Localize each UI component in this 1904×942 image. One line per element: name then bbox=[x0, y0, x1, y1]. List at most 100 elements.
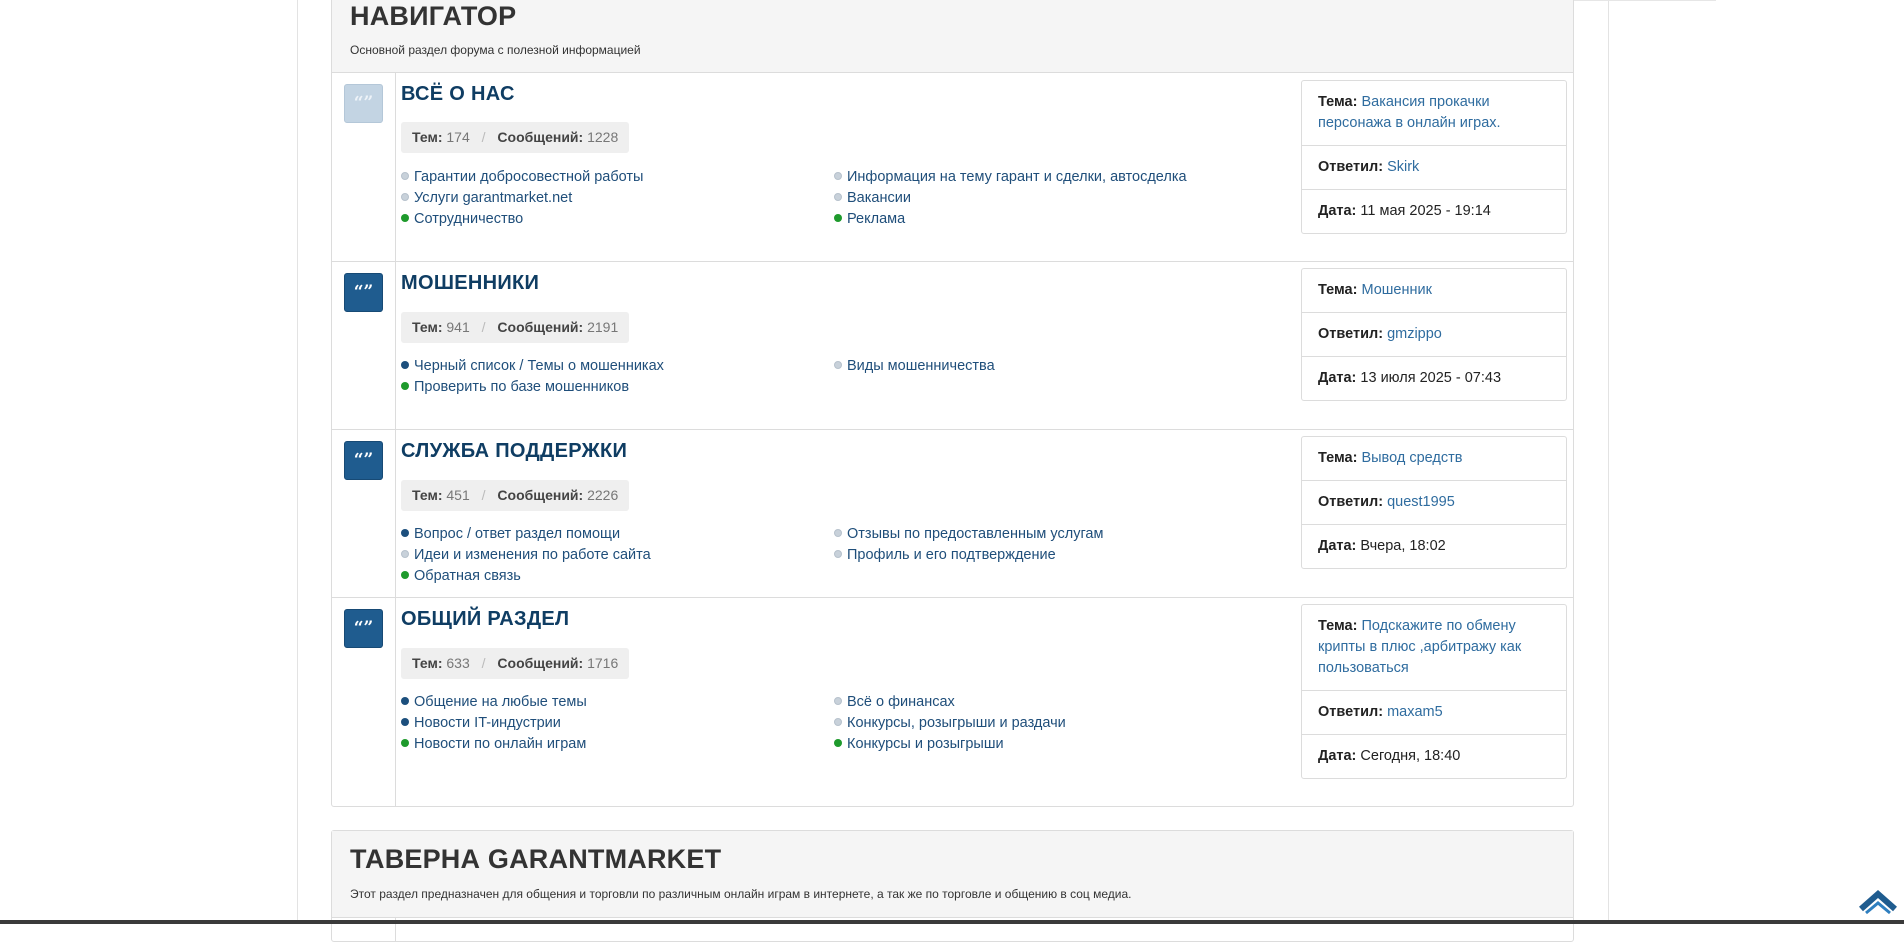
forum-title[interactable]: ВСЁ О НАС bbox=[401, 83, 515, 106]
subforum-status-dot bbox=[401, 214, 409, 222]
topic-label: Тема: bbox=[1318, 450, 1358, 466]
forum-list: “” ВСЁ О НАС Тем: 174 / Сообщений: 1228 … bbox=[332, 73, 1573, 806]
subforum-link[interactable]: Обратная связь bbox=[401, 568, 521, 584]
forum-row-general: “” ОБЩИЙ РАЗДЕЛ Тем: 633 / Сообщений: 17… bbox=[332, 598, 1573, 806]
subforum-status-dot bbox=[834, 718, 842, 726]
date-label: Дата: bbox=[1318, 203, 1357, 219]
subforum-label: Конкурсы и розыгрыши bbox=[847, 736, 1004, 752]
last-post-author: Ответил: Skirk bbox=[1302, 146, 1566, 190]
topics-count: 633 bbox=[446, 655, 470, 671]
subforum-status-dot bbox=[401, 382, 409, 390]
topics-label: Тем: bbox=[412, 129, 443, 145]
last-topic-link[interactable]: Мошенник bbox=[1361, 282, 1431, 298]
subforum-label: Вопрос / ответ раздел помощи bbox=[414, 526, 621, 542]
subforum-link[interactable]: Виды мошенничества bbox=[834, 358, 995, 374]
subforum-label: Вакансии bbox=[847, 190, 911, 206]
stats-separator: / bbox=[481, 655, 486, 671]
topic-label: Тема: bbox=[1318, 618, 1358, 634]
subforum-label: Всё о финансах bbox=[847, 694, 955, 710]
subforum-link[interactable]: Конкурсы и розыгрыши bbox=[834, 736, 1004, 752]
forum-row-support: “” СЛУЖБА ПОДДЕРЖКИ Тем: 451 / Сообщений… bbox=[332, 430, 1573, 598]
subforum-link[interactable]: Конкурсы, розыгрыши и раздачи bbox=[834, 715, 1066, 731]
subforum-link[interactable]: Услуги garantmarket.net bbox=[401, 190, 572, 206]
date-label: Дата: bbox=[1318, 538, 1357, 554]
last-author-link[interactable]: maxam5 bbox=[1387, 704, 1443, 720]
author-label: Ответил: bbox=[1318, 494, 1384, 510]
last-post-topic: Тема: Мошенник bbox=[1302, 269, 1566, 313]
category-header: НАВИГАТОР Основной раздел форума с полез… bbox=[332, 0, 1573, 73]
last-author-link[interactable]: Skirk bbox=[1387, 159, 1419, 175]
subforum-label: Черный список / Темы о мошенниках bbox=[414, 358, 664, 374]
subforum-status-dot bbox=[401, 571, 409, 579]
subforum-status-dot bbox=[401, 529, 409, 537]
subforum-label: Новости по онлайн играм bbox=[414, 736, 587, 752]
last-post-date: Дата: Сегодня, 18:40 bbox=[1302, 735, 1566, 778]
subforum-status-dot bbox=[401, 172, 409, 180]
subforum-label: Информация на тему гарант и сделки, авто… bbox=[847, 169, 1187, 185]
last-post-date: Дата: Вчера, 18:02 bbox=[1302, 525, 1566, 568]
subforum-link[interactable]: Гарантии добросовестной работы bbox=[401, 169, 643, 185]
subforum-label: Конкурсы, розыгрыши и раздачи bbox=[847, 715, 1066, 731]
scroll-to-top-button[interactable] bbox=[1858, 885, 1898, 915]
subforum-label: Виды мошенничества bbox=[847, 358, 995, 374]
topics-count: 941 bbox=[446, 319, 470, 335]
subforum-label: Отзывы по предоставленным услугам bbox=[847, 526, 1104, 542]
subforum-status-dot bbox=[401, 718, 409, 726]
last-author-link[interactable]: gmzippo bbox=[1387, 326, 1442, 342]
subforum-link[interactable]: Отзывы по предоставленным услугам bbox=[834, 526, 1103, 542]
category-title[interactable]: ТАВЕРНА GARANTMARKET bbox=[332, 831, 1573, 875]
chevron-up-icon bbox=[1859, 889, 1897, 915]
subforum-link[interactable]: Вакансии bbox=[834, 190, 911, 206]
subforum-status-dot bbox=[401, 193, 409, 201]
subforum-status-dot bbox=[401, 361, 409, 369]
last-post-author: Ответил: maxam5 bbox=[1302, 691, 1566, 735]
subforum-label: Сотрудничество bbox=[414, 211, 524, 227]
last-post-topic: Тема: Вакансия прокачки персонажа в онла… bbox=[1302, 81, 1566, 146]
subforum-link[interactable]: Реклама bbox=[834, 211, 905, 227]
forum-title[interactable]: ОБЩИЙ РАЗДЕЛ bbox=[401, 608, 569, 631]
stats-separator: / bbox=[481, 129, 486, 145]
subforum-label: Обратная связь bbox=[414, 568, 521, 584]
subforum-link[interactable]: Новости по онлайн играм bbox=[401, 736, 586, 752]
category-header: ТАВЕРНА GARANTMARKET Этот раздел предназ… bbox=[332, 831, 1573, 918]
subforum-link[interactable]: Вопрос / ответ раздел помощи bbox=[401, 526, 620, 542]
posts-label: Сообщений: bbox=[497, 487, 584, 503]
subforum-status-dot bbox=[834, 697, 842, 705]
quote-icon: “” bbox=[344, 84, 383, 123]
last-topic-link[interactable]: Вывод средств bbox=[1361, 450, 1462, 466]
category-title[interactable]: НАВИГАТОР bbox=[332, 0, 1573, 32]
forum-stats: Тем: 451 / Сообщений: 2226 bbox=[401, 480, 630, 511]
last-post-box: Тема: Вывод средств Ответил: quest1995 Д… bbox=[1301, 436, 1567, 569]
forum-title[interactable]: СЛУЖБА ПОДДЕРЖКИ bbox=[401, 440, 627, 463]
subforum-link[interactable]: Идеи и изменения по работе сайта bbox=[401, 547, 651, 563]
subforum-link[interactable]: Всё о финансах bbox=[834, 694, 955, 710]
topic-label: Тема: bbox=[1318, 94, 1358, 110]
subforum-link[interactable]: Сотрудничество bbox=[401, 211, 523, 227]
category-description: Этот раздел предназначен для общения и т… bbox=[350, 887, 1132, 901]
subforum-link[interactable]: Профиль и его подтверждение bbox=[834, 547, 1056, 563]
forum-row-about: “” ВСЁ О НАС Тем: 174 / Сообщений: 1228 … bbox=[332, 73, 1573, 262]
subforum-status-dot bbox=[834, 529, 842, 537]
last-post-author: Ответил: gmzippo bbox=[1302, 313, 1566, 357]
topic-label: Тема: bbox=[1318, 282, 1358, 298]
last-post-date-value: Сегодня, 18:40 bbox=[1360, 748, 1461, 764]
subforum-link[interactable]: Информация на тему гарант и сделки, авто… bbox=[834, 169, 1187, 185]
forum-row-scammers: “” МОШЕННИКИ Тем: 941 / Сообщений: 2191 … bbox=[332, 262, 1573, 430]
author-label: Ответил: bbox=[1318, 704, 1384, 720]
last-post-box: Тема: Мошенник Ответил: gmzippo Дата: 13… bbox=[1301, 268, 1567, 401]
last-post-box: Тема: Подскажите по обмену крипты в плюс… bbox=[1301, 604, 1567, 779]
forum-title[interactable]: МОШЕННИКИ bbox=[401, 272, 539, 295]
subforum-status-dot bbox=[834, 193, 842, 201]
subforum-link[interactable]: Черный список / Темы о мошенниках bbox=[401, 358, 664, 374]
subforum-link[interactable]: Проверить по базе мошенников bbox=[401, 379, 629, 395]
posts-label: Сообщений: bbox=[497, 655, 584, 671]
topics-label: Тем: bbox=[412, 655, 443, 671]
subforum-link[interactable]: Новости IT-индустрии bbox=[401, 715, 561, 731]
topics-count: 174 bbox=[446, 129, 470, 145]
last-author-link[interactable]: quest1995 bbox=[1387, 494, 1455, 510]
date-label: Дата: bbox=[1318, 370, 1357, 386]
subforum-link[interactable]: Общение на любые темы bbox=[401, 694, 587, 710]
subforum-label: Профиль и его подтверждение bbox=[847, 547, 1056, 563]
stats-separator: / bbox=[481, 487, 486, 503]
quote-icon: “” bbox=[344, 609, 383, 648]
